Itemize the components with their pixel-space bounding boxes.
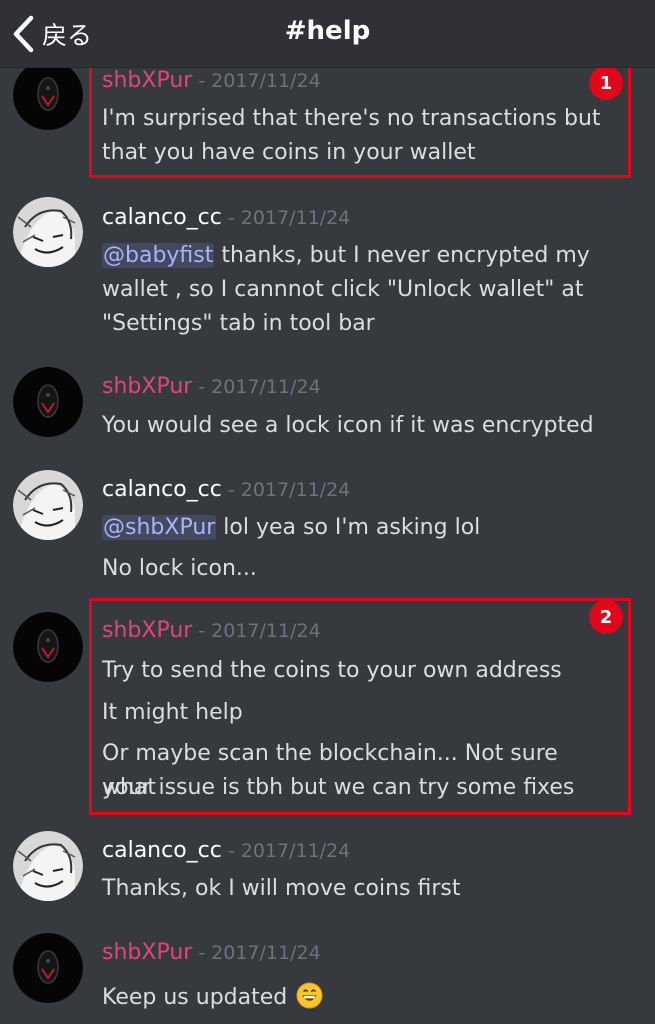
- timestamp: 2017/11/24: [240, 479, 351, 501]
- message-text: I'm surprised that there's no transactio…: [102, 106, 601, 131]
- separator: -: [198, 620, 206, 642]
- avatar-shbxpur[interactable]: [13, 60, 83, 130]
- message-text: "Settings" tab in tool bar: [102, 311, 375, 336]
- avatar-shbxpur[interactable]: [13, 612, 83, 682]
- message-text: @babyfist thanks, but I never encrypted …: [102, 239, 615, 273]
- separator: -: [227, 479, 235, 501]
- username[interactable]: shbXPur: [102, 618, 192, 643]
- separator: -: [198, 942, 206, 964]
- avatar-shbxpur[interactable]: [13, 933, 83, 1003]
- avatar-calanco-cc[interactable]: [13, 831, 83, 901]
- message-text-rest: thanks, but I never encrypted my: [214, 243, 590, 268]
- channel-header: 戻る #help: [0, 0, 655, 68]
- user-mention[interactable]: @shbXPur: [102, 515, 217, 540]
- message-feed[interactable]: shbXPur -2017/11/24 I'm surprised that th…: [0, 0, 655, 1024]
- message-text: wallet , so I cannnot click "Unlock wall…: [102, 277, 584, 302]
- message-text: that you have coins in your wallet: [102, 140, 476, 165]
- separator: -: [198, 70, 206, 92]
- username[interactable]: calanco_cc: [102, 838, 222, 863]
- timestamp: 2017/11/24: [240, 207, 351, 229]
- message-text: @shbXPur lol yea so I'm asking lol: [102, 511, 615, 545]
- avatar-calanco-cc[interactable]: [13, 197, 83, 267]
- timestamp: 2017/11/24: [211, 70, 321, 92]
- timestamp: 2017/11/24: [211, 620, 321, 642]
- channel-title: #help: [284, 16, 371, 46]
- separator: -: [198, 376, 206, 398]
- message-text: It might help: [102, 700, 243, 725]
- username[interactable]: shbXPur: [102, 940, 192, 965]
- message-text: Try to send the coins to your own addres…: [102, 658, 562, 683]
- message-text: Keep us updated: [102, 981, 615, 1015]
- username[interactable]: calanco_cc: [102, 477, 222, 502]
- message-text: No lock icon...: [102, 556, 257, 581]
- timestamp: 2017/11/24: [240, 840, 351, 862]
- message-text-rest: Keep us updated: [102, 985, 295, 1010]
- timestamp: 2017/11/24: [211, 376, 321, 398]
- avatar-shbxpur[interactable]: [13, 367, 83, 437]
- username[interactable]: calanco_cc: [102, 205, 222, 230]
- message-text: You would see a lock icon if it was encr…: [102, 413, 594, 438]
- separator: -: [227, 840, 235, 862]
- user-mention[interactable]: @babyfist: [102, 243, 215, 268]
- avatar-calanco-cc[interactable]: [13, 470, 83, 540]
- username[interactable]: shbXPur: [102, 68, 192, 93]
- username[interactable]: shbXPur: [102, 374, 192, 399]
- annotation-badge-1: 1: [589, 66, 623, 100]
- grinning-face-emoji: [296, 982, 323, 1009]
- timestamp: 2017/11/24: [211, 942, 321, 964]
- annotation-badge-2: 2: [589, 600, 623, 634]
- message-text: your issue is tbh but we can try some fi…: [102, 775, 575, 800]
- message-text: Thanks, ok I will move coins first: [102, 876, 461, 901]
- separator: -: [227, 207, 235, 229]
- message-text-rest: lol yea so I'm asking lol: [216, 515, 481, 540]
